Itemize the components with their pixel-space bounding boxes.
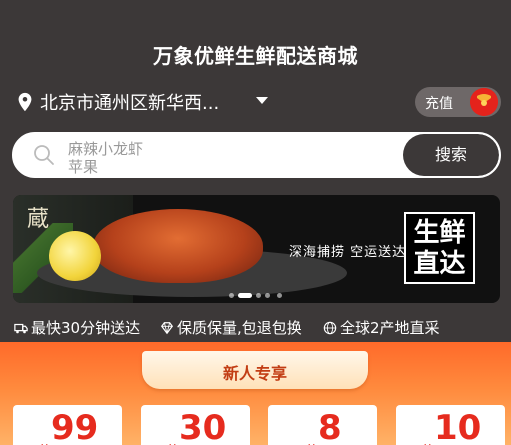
chevron-down-icon[interactable] bbox=[256, 97, 268, 104]
promo-banner[interactable]: 蔵 深海捕捞 空运送达 生鲜 直达 bbox=[13, 195, 500, 303]
feature-label: 最快30分钟送达 bbox=[31, 319, 141, 337]
promo-header: 新人专享 bbox=[142, 351, 368, 389]
coupon-card[interactable]: ¥ 10 bbox=[396, 405, 505, 445]
banner-side-char: 蔵 bbox=[27, 207, 50, 232]
coupon-card[interactable]: ¥ 30 bbox=[141, 405, 250, 445]
coupon-amount: 99 bbox=[51, 408, 99, 445]
delivery-truck-icon bbox=[14, 323, 28, 334]
banner-crab-image bbox=[93, 209, 263, 283]
search-icon bbox=[34, 145, 54, 165]
search-button[interactable]: 搜索 bbox=[403, 134, 499, 176]
search-hot-keywords[interactable]: 麻辣小龙虾 苹果 bbox=[68, 140, 143, 174]
new-user-promo: 新人专享 ¥ 99 ¥ 30 ¥ 8 ¥ 10 bbox=[0, 342, 511, 445]
red-envelope-icon bbox=[470, 88, 498, 116]
feature-label: 保质保量,包退包换 bbox=[177, 319, 302, 337]
banner-stamp: 生鲜 直达 bbox=[404, 212, 475, 284]
carousel-dot[interactable] bbox=[229, 293, 234, 298]
recharge-button[interactable]: 充值 bbox=[415, 87, 501, 117]
coupon-amount: 30 bbox=[179, 408, 227, 445]
banner-stamp-line2: 直达 bbox=[413, 249, 466, 279]
recharge-label: 充值 bbox=[425, 96, 453, 112]
search-bar[interactable]: 麻辣小龙虾 苹果 搜索 bbox=[12, 132, 501, 178]
coupon-card[interactable]: ¥ 8 bbox=[268, 405, 377, 445]
banner-lemon-image bbox=[49, 231, 101, 281]
service-features: 最快30分钟送达 保质保量,包退包换 全球2产地直采 bbox=[14, 317, 504, 337]
banner-slogan: 深海捕捞 空运送达 bbox=[289, 245, 407, 260]
carousel-dot[interactable] bbox=[256, 293, 261, 298]
location-address[interactable]: 北京市通州区新华西... bbox=[40, 89, 219, 115]
globe-icon bbox=[323, 321, 337, 335]
banner-stamp-line1: 生鲜 bbox=[413, 218, 466, 248]
coupon-amount: 8 bbox=[318, 408, 342, 445]
page-title: 万象优鲜生鲜配送商城 bbox=[153, 44, 358, 68]
carousel-dot[interactable] bbox=[265, 293, 270, 298]
feature-quality: 保质保量,包退包换 bbox=[160, 317, 302, 338]
diamond-icon bbox=[160, 322, 174, 335]
feature-fast-delivery: 最快30分钟送达 bbox=[14, 317, 140, 338]
feature-label: 全球2产地直采 bbox=[340, 319, 440, 337]
carousel-dot-active[interactable] bbox=[238, 293, 252, 298]
location-bar[interactable]: 北京市通州区新华西... 充值 bbox=[12, 87, 501, 117]
coupon-card[interactable]: ¥ 99 bbox=[13, 405, 122, 445]
location-pin-icon bbox=[18, 92, 32, 112]
hot-keyword[interactable]: 苹果 bbox=[68, 158, 143, 174]
feature-global-sourcing: 全球2产地直采 bbox=[323, 317, 440, 338]
carousel-dot[interactable] bbox=[277, 293, 282, 298]
hot-keyword[interactable]: 麻辣小龙虾 bbox=[68, 140, 143, 158]
promo-title: 新人专享 bbox=[222, 364, 287, 383]
coupon-amount: 10 bbox=[434, 408, 482, 445]
